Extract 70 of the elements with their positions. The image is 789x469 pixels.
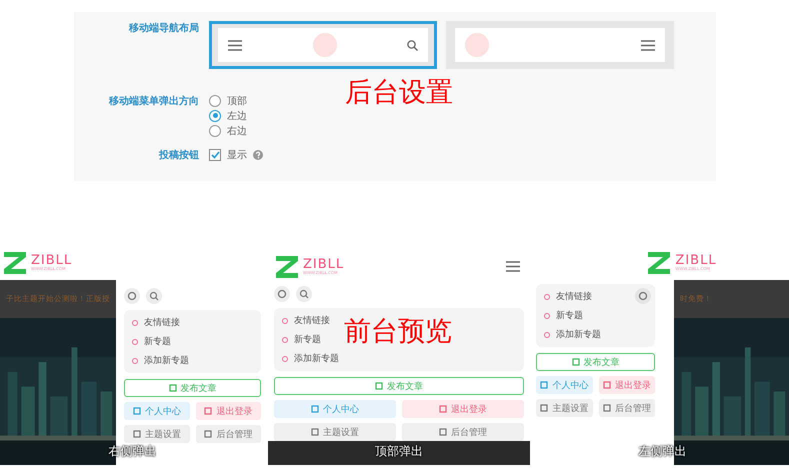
- logo-icon: [4, 252, 26, 274]
- button-icon: [132, 407, 141, 415]
- checkbox[interactable]: [209, 148, 221, 160]
- menu-item[interactable]: 友情链接: [132, 316, 253, 329]
- logo-placeholder-icon: [312, 33, 336, 57]
- button-icon: [132, 430, 141, 438]
- caption: 顶部弹出: [375, 443, 423, 460]
- button-icon: [311, 405, 319, 413]
- button-icon: [204, 430, 212, 438]
- radio-button[interactable]: [209, 94, 221, 106]
- menu-button[interactable]: 后台管理: [598, 399, 655, 417]
- theme-icon[interactable]: [124, 288, 140, 304]
- search-icon[interactable]: [146, 288, 162, 304]
- checkbox-label: 显示: [227, 148, 247, 162]
- menu-button[interactable]: 发布文章: [536, 353, 655, 371]
- menu-button[interactable]: 退出登录: [402, 400, 524, 418]
- theme-icon[interactable]: [635, 288, 651, 304]
- menu-button[interactable]: 后台管理: [196, 425, 261, 443]
- logo-text: ZIBLL: [303, 258, 344, 271]
- radio-button[interactable]: [209, 124, 221, 136]
- menu-item[interactable]: 添加新专题: [544, 328, 647, 341]
- button-icon: [602, 404, 611, 412]
- radio-button[interactable]: [209, 110, 221, 122]
- logo-placeholder-icon: [465, 33, 489, 57]
- menu-icon: [506, 261, 520, 272]
- menu-button[interactable]: 退出登录: [196, 402, 261, 420]
- search-icon: [407, 40, 418, 50]
- menu-button[interactable]: 个人中心: [536, 376, 592, 394]
- button-icon: [168, 384, 176, 392]
- button-icon: [311, 428, 319, 436]
- menu-button[interactable]: 个人中心: [274, 400, 396, 418]
- menu-icon: [641, 40, 655, 50]
- menu-button[interactable]: 发布文章: [274, 377, 524, 395]
- radio-label: 顶部: [227, 94, 247, 108]
- menu-item[interactable]: 添加新专题: [132, 354, 253, 367]
- radio-label: 左边: [227, 110, 247, 122]
- button-icon: [439, 405, 447, 413]
- button-icon: [572, 358, 580, 366]
- field-label: 移动端菜单弹出方向: [108, 94, 199, 109]
- button-icon: [375, 382, 383, 390]
- menu-button[interactable]: 主题设置: [274, 423, 396, 441]
- menu-item[interactable]: 添加新专题: [282, 352, 516, 365]
- button-icon: [204, 407, 212, 415]
- button-icon: [540, 404, 548, 412]
- logo-text: ZIBLL: [31, 254, 72, 267]
- menu-button[interactable]: 主题设置: [124, 425, 190, 443]
- menu-item[interactable]: 新专题: [544, 309, 647, 322]
- field-label: 投稿按钮: [158, 148, 199, 162]
- annotation-text: 后台设置: [345, 76, 453, 110]
- logo-icon: [648, 252, 670, 274]
- menu-button[interactable]: 后台管理: [402, 423, 524, 441]
- radio-label: 右边: [227, 124, 247, 138]
- menu-button[interactable]: 个人中心: [124, 402, 190, 420]
- field-label: 移动端导航布局: [128, 21, 199, 36]
- logo-text: ZIBLL: [675, 254, 717, 267]
- menu-item[interactable]: 友情链接: [544, 290, 647, 303]
- theme-icon[interactable]: [274, 286, 290, 302]
- menu-icon: [228, 40, 242, 50]
- button-icon: [540, 381, 548, 389]
- layout-option[interactable]: [209, 21, 437, 69]
- annotation-text: 前台预览: [344, 315, 452, 349]
- search-icon[interactable]: [296, 286, 312, 302]
- menu-button[interactable]: 发布文章: [124, 379, 261, 397]
- button-icon: [602, 381, 611, 389]
- menu-item[interactable]: 新专题: [132, 335, 253, 348]
- menu-button[interactable]: 主题设置: [536, 399, 592, 417]
- help-icon[interactable]: [253, 150, 263, 160]
- menu-button[interactable]: 退出登录: [598, 376, 655, 394]
- button-icon: [439, 428, 447, 436]
- logo-icon: [276, 256, 298, 278]
